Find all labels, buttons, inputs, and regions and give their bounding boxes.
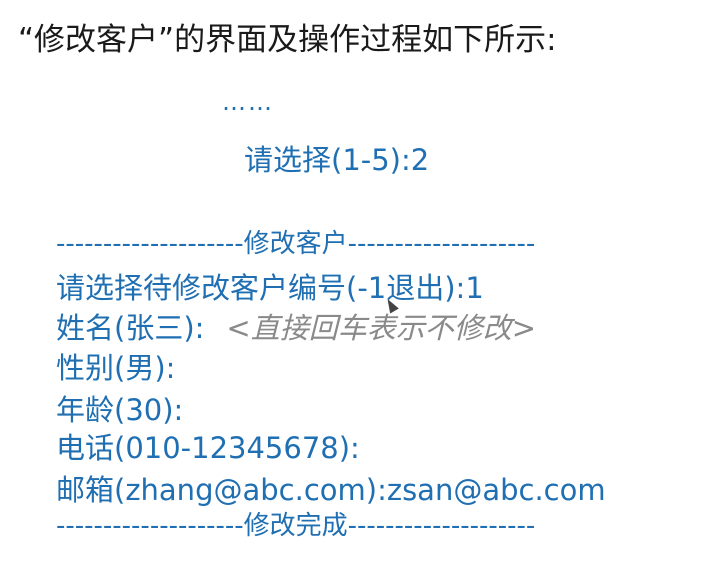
prompt-label: 电话(010-12345678): bbox=[56, 431, 360, 465]
prompt-label: 请选择待修改客户编号(-1退出): bbox=[56, 271, 466, 305]
ellipsis-text: …… bbox=[222, 88, 274, 116]
divider-modify-complete: --------------------修改完成----------------… bbox=[56, 511, 536, 541]
page-heading: “修改客户”的界面及操作过程如下所示: bbox=[18, 22, 557, 58]
document-page: “修改客户”的界面及操作过程如下所示: …… 请选择(1-5):2 ------… bbox=[0, 0, 714, 561]
prompt-label: 姓名(张三): bbox=[56, 311, 205, 345]
prompt-customer-id: 请选择待修改客户编号(-1退出):1 bbox=[56, 268, 484, 308]
menu-choice-prompt: 请选择(1-5):2 bbox=[244, 143, 430, 177]
prompt-gender: 性别(男): bbox=[56, 348, 175, 388]
prompt-value: zsan@abc.com bbox=[386, 473, 606, 507]
prompt-name: 姓名(张三): <直接回车表示不修改> bbox=[56, 308, 536, 348]
prompt-age: 年龄(30): bbox=[56, 390, 183, 430]
prompt-phone: 电话(010-12345678): bbox=[56, 428, 360, 468]
prompt-label: 性别(男): bbox=[56, 351, 176, 385]
prompt-hint: <直接回车表示不修改> bbox=[226, 311, 537, 345]
divider-modify-customer: --------------------修改客户----------------… bbox=[56, 229, 536, 259]
prompt-email: 邮箱(zhang@abc.com):zsan@abc.com bbox=[56, 470, 606, 510]
prompt-label: 年龄(30): bbox=[56, 393, 184, 427]
prompt-label: 邮箱(zhang@abc.com): bbox=[56, 473, 387, 507]
prompt-value: 1 bbox=[465, 271, 484, 305]
